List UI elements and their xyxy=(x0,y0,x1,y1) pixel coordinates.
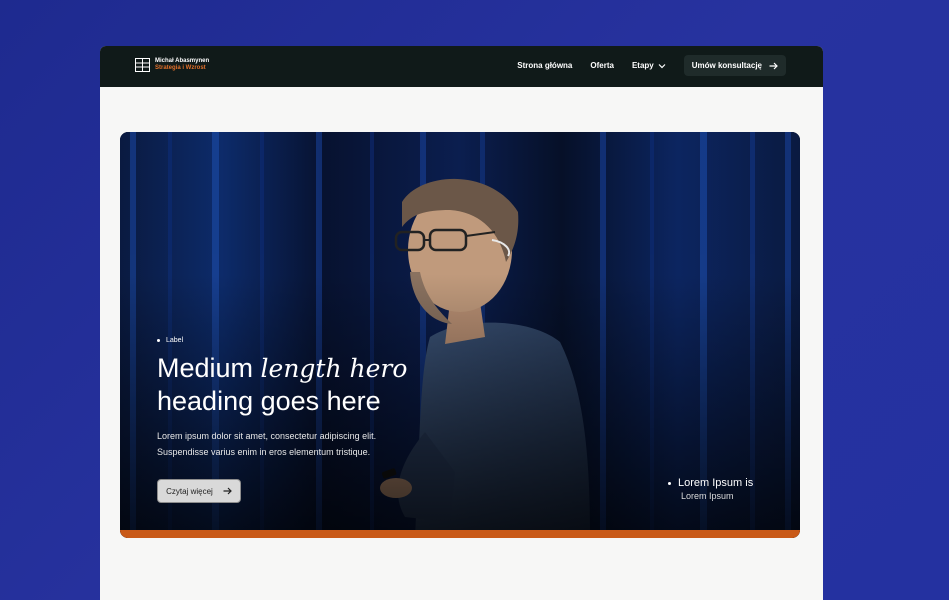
nav-links: Strona główna Oferta Etapy Umów konsulta… xyxy=(517,55,786,76)
brand-name: Michał Abasmynen xyxy=(155,58,210,64)
callout-title: Lorem Ipsum is xyxy=(678,477,754,489)
chevron-down-icon xyxy=(658,63,666,68)
nav-dropdown-stages[interactable]: Etapy xyxy=(632,61,666,70)
hero-section: Label Medium length hero heading goes he… xyxy=(120,132,800,538)
read-more-label: Czytaj więcej xyxy=(166,486,213,496)
nav-link-home[interactable]: Strona główna xyxy=(517,61,572,70)
tagline-text: Label xyxy=(166,337,184,344)
hero-callout: Lorem Ipsum is Lorem Ipsum xyxy=(668,477,753,501)
brand-tagline: Strategia i Wzrost xyxy=(155,65,206,71)
consultation-button-label: Umów konsultację xyxy=(691,61,762,70)
browser-frame: Michał Abasmynen Strategia i Wzrost Stro… xyxy=(100,46,823,600)
callout-row: Lorem Ipsum is xyxy=(668,477,753,489)
hero-body-line1: Lorem ipsum dolor sit amet, consectetur … xyxy=(157,431,377,441)
heading-italic: length hero xyxy=(260,354,408,383)
brand[interactable]: Michał Abasmynen Strategia i Wzrost xyxy=(135,58,209,72)
brand-logo-icon xyxy=(135,58,150,72)
read-more-button[interactable]: Czytaj więcej xyxy=(157,479,241,503)
hero-body-line2: Suspendisse varius enim in eros elementu… xyxy=(157,447,371,457)
hero-heading: Medium length hero heading goes here xyxy=(157,352,457,418)
heading-line2: heading goes here xyxy=(157,386,381,416)
nav-dropdown-label: Etapy xyxy=(631,61,654,70)
arrow-right-icon xyxy=(769,62,778,69)
brand-text: Michał Abasmynen Strategia i Wzrost xyxy=(155,58,209,72)
arrow-right-icon xyxy=(223,487,232,495)
callout-dot xyxy=(668,481,671,485)
navbar: Michał Abasmynen Strategia i Wzrost Stro… xyxy=(100,46,823,87)
tagline-dot xyxy=(157,339,160,342)
nav-link-offer[interactable]: Oferta xyxy=(590,61,614,70)
hero-tagline: Label xyxy=(157,337,183,344)
heading-plain: Medium xyxy=(157,353,261,383)
hero-body: Lorem ipsum dolor sit amet, consectetur … xyxy=(157,428,442,460)
consultation-button[interactable]: Umów konsultację xyxy=(683,55,786,76)
hero-accent-bar xyxy=(120,530,800,538)
callout-subtitle: Lorem Ipsum xyxy=(681,491,734,501)
